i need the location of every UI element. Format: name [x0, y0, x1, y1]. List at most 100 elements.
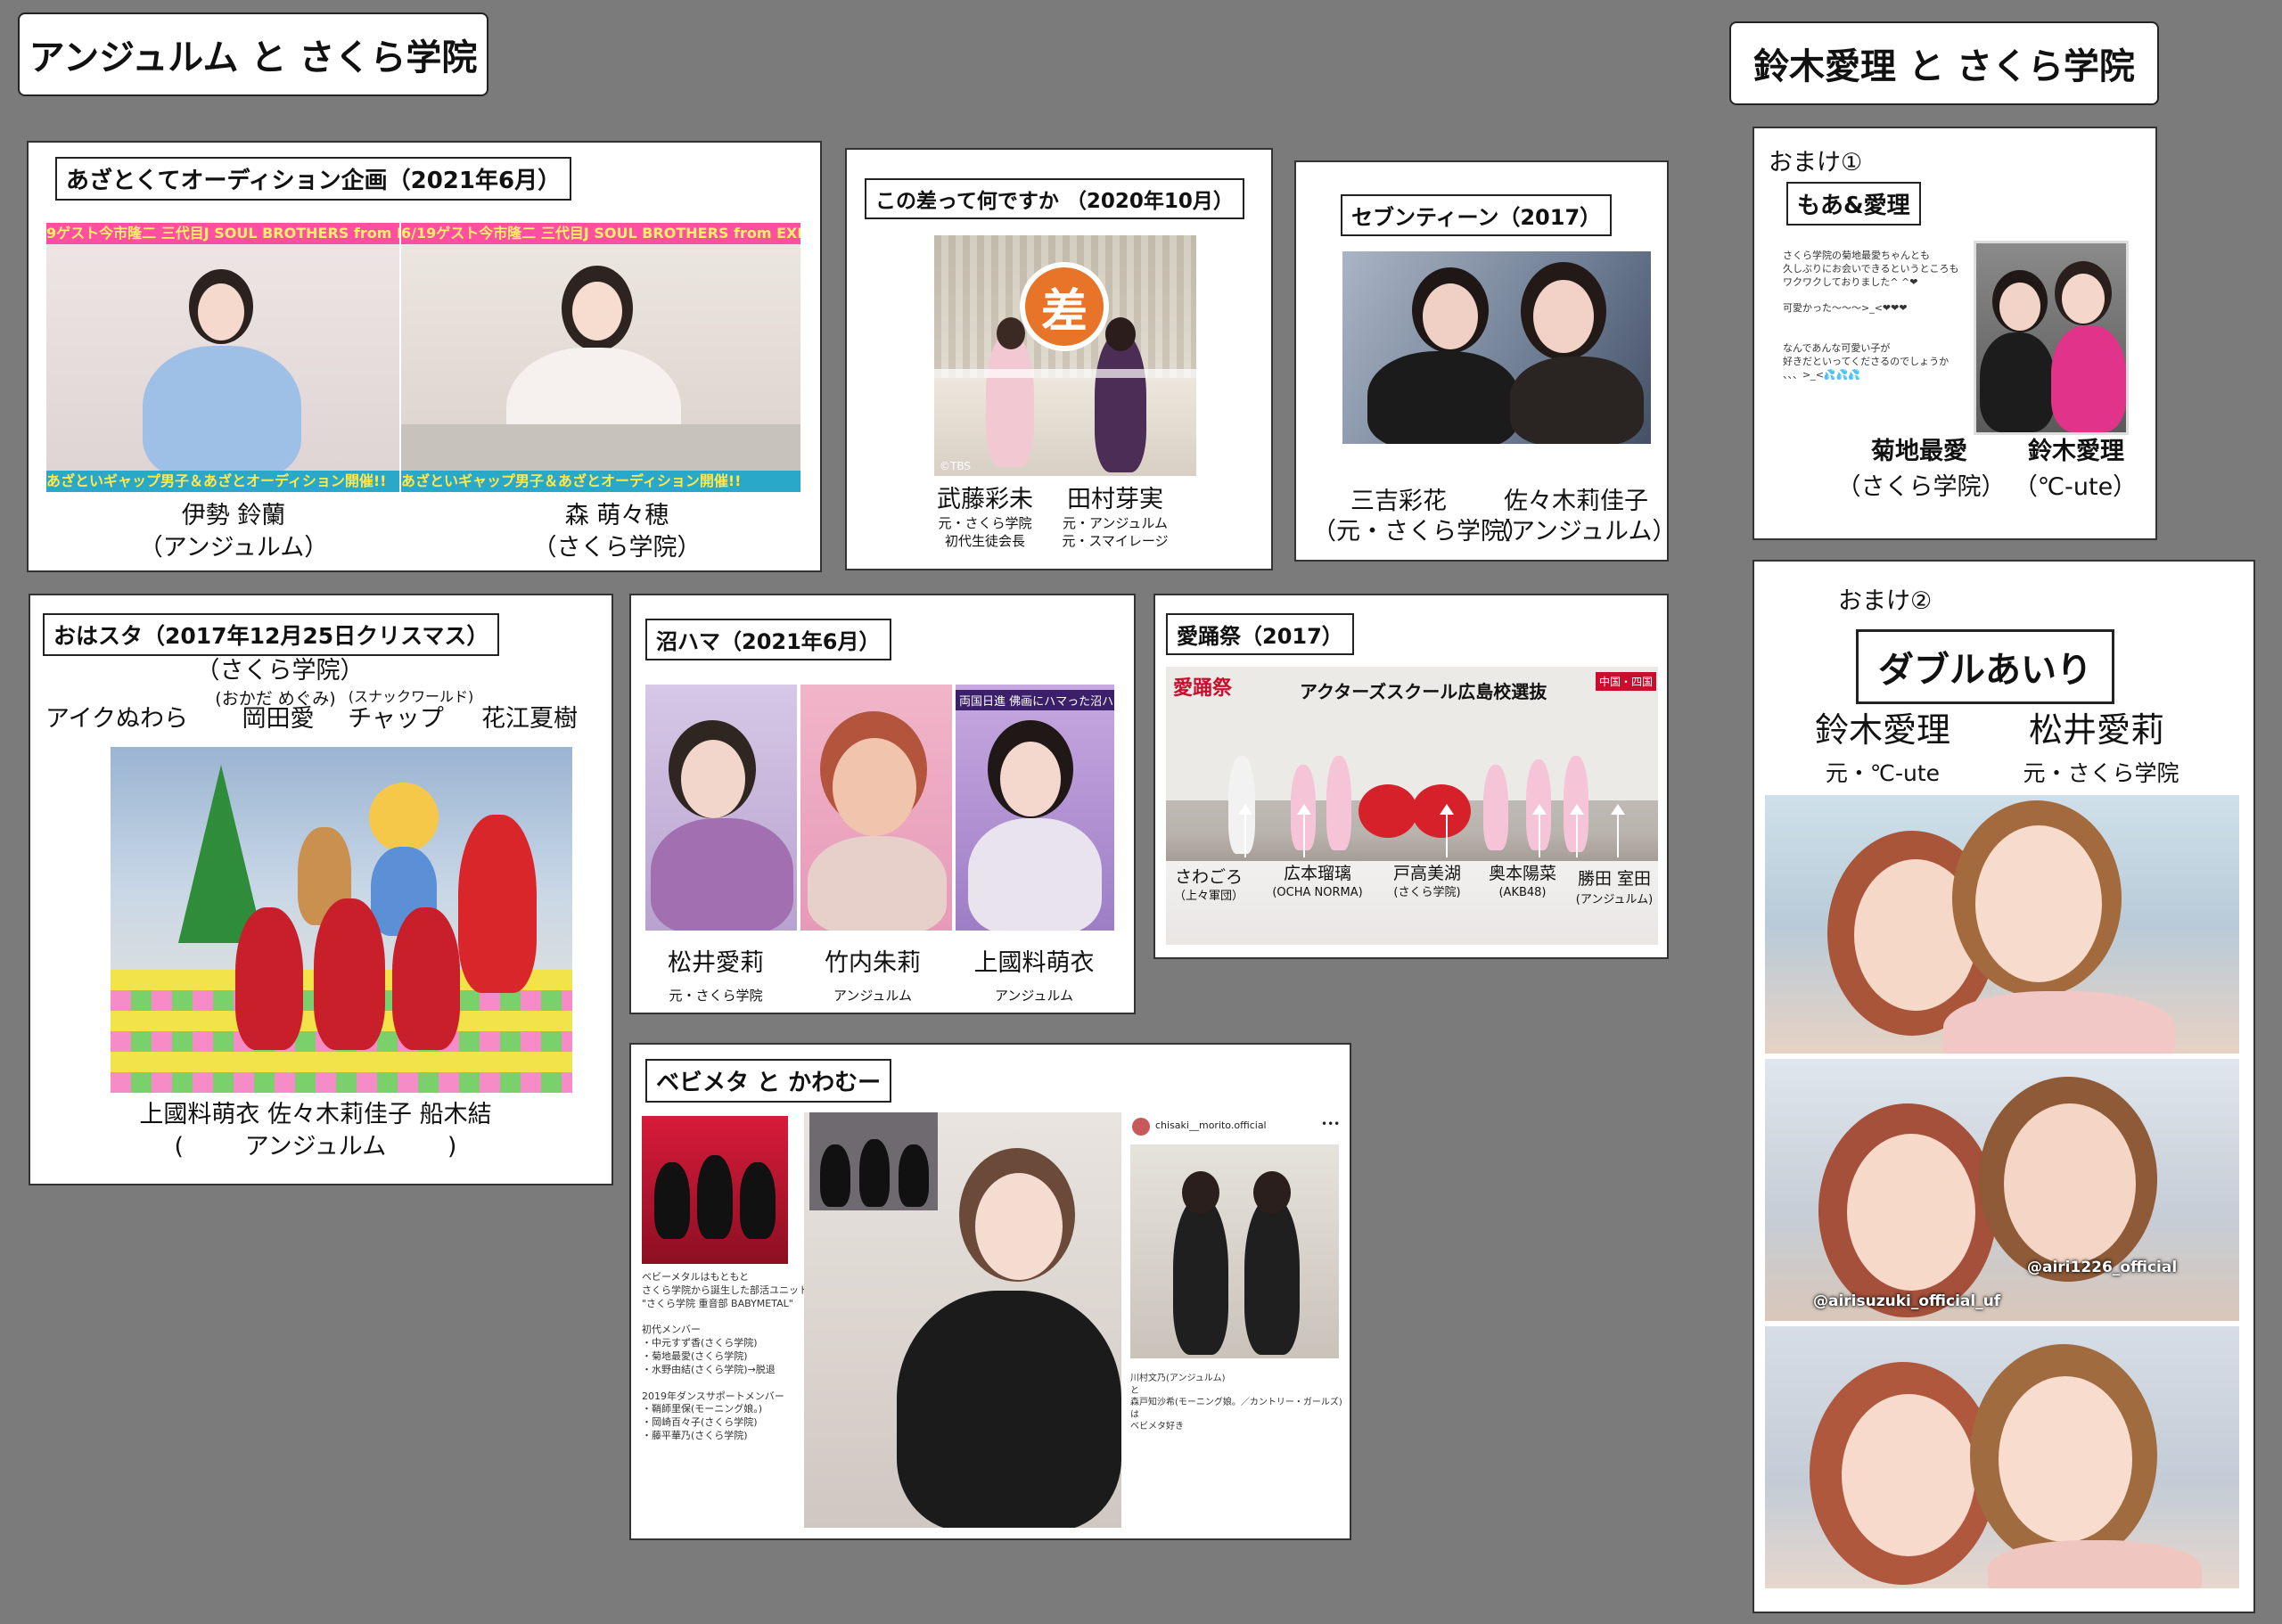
bottom-names: 上國料萌衣 佐々木莉佳子 船木結 [139, 1101, 492, 1128]
person1-name: 武藤彩未 [937, 486, 1033, 513]
person-right-body [1510, 357, 1644, 444]
person-left-face [1847, 1134, 1975, 1291]
aiyousai-photo: 愛踊祭 アクターズスクール広島校選抜 中国・四国 さわごろ （上々軍団） 広本瑠… [1166, 667, 1658, 945]
santa-character [458, 815, 537, 993]
omake1-label: おまけ① [1769, 149, 1863, 176]
person-body [651, 818, 793, 931]
top-name-3: チャップ [348, 705, 444, 733]
person1-sub: 元・さくら学院 [669, 988, 763, 1004]
person-right-dress [1943, 991, 2175, 1054]
dancer [1326, 756, 1351, 850]
panel-title: あざとくてオーディション企画（2021年6月） [55, 157, 572, 201]
omake2-subtitle: ダブルあいり [1856, 629, 2114, 704]
person-body [808, 836, 947, 931]
yellow-character [369, 783, 439, 852]
member-label-name: 奥本陽菜 [1488, 864, 1556, 883]
member-2 [697, 1155, 733, 1239]
panel-title: 愛踊祭（2017） [1166, 613, 1354, 655]
right-header-title: 鈴木愛理 と さくら学院 [1729, 21, 2159, 105]
blog-post-text: さくら学院の菊地最愛ちゃんとも 久しぶりにお会いできるというところも ワクワクし… [1783, 250, 1959, 381]
person2-sub2: 元・スマイレージ [1062, 533, 1169, 549]
top-name-4: 花江夏樹 [481, 705, 578, 733]
person-face [681, 740, 745, 818]
podium [934, 369, 1196, 378]
member-label-sub: (OCHA NORMA) [1272, 886, 1363, 899]
omake2-label: おまけ② [1838, 587, 1933, 615]
heart-left [1359, 784, 1417, 838]
panel-omake1: おまけ① もあ&愛理 さくら学院の菊地最愛ちゃんとも 久しぶりにお会いできるとい… [1753, 127, 2157, 540]
left-header-title: アンジュルム と さくら学院 [18, 12, 488, 96]
person-right-head [1253, 1171, 1291, 1214]
region-badge: 中国・四国 [1596, 672, 1657, 691]
instagram-caption: 川村文乃(アンジュルム) と 森戸知沙希(モーニング娘。／カントリー・ガールズ)… [1130, 1374, 1342, 1431]
azato-photo-right: 6/19ゲスト今市隆二 三代目J SOUL BROTHERS from EXI … [401, 223, 800, 492]
numahama-photo-1 [645, 685, 797, 931]
person-right-head [1105, 317, 1136, 351]
panel-title: おはスタ（2017年12月25日クリスマス） [43, 613, 500, 656]
person-face [833, 738, 916, 836]
person-right [1244, 1198, 1300, 1355]
banner-bottom: あざといギャップ男子＆あざとオーディション開催!! [46, 471, 399, 492]
konosa-photo: 差 ©TBS [934, 235, 1196, 476]
person2-group: （℃-ute） [2013, 473, 2138, 501]
numahama-photo-2 [800, 685, 952, 931]
desk [401, 424, 800, 471]
person1-sub1: 元・さくら学院 [938, 515, 1032, 531]
label-arrow [1611, 804, 1625, 857]
member-label-sub: (さくら学院) [1393, 886, 1461, 899]
person-left-face [1842, 1394, 1975, 1556]
person2-name: 森 萌々穂 [564, 502, 669, 529]
person1-group: （アンジュルム） [138, 534, 329, 562]
person-face [572, 282, 622, 340]
omake1-subtitle: もあ&愛理 [1786, 182, 1921, 226]
person2-name: 佐々木莉佳子 [1504, 488, 1648, 515]
banner-top: 9ゲスト今市隆二 三代目J SOUL BROTHERS from EXI [46, 223, 399, 244]
selfie-photo [804, 1112, 1121, 1528]
numahama-photo-3: 両国日進 佛画にハマった沼ハマ子 [956, 685, 1114, 931]
event-logo: 愛踊祭 [1173, 677, 1233, 700]
person-right-body [2051, 325, 2126, 432]
person-left-head [1182, 1171, 1219, 1214]
babymetal-cd-cover [642, 1116, 788, 1264]
more-options-icon[interactable]: ••• [1321, 1118, 1340, 1130]
person2-name: 松井愛莉 [2028, 710, 2164, 750]
label-arrow [1532, 804, 1547, 857]
member-label-sub: (アンジュルム) [1575, 893, 1654, 906]
seventeen-photo [1342, 251, 1651, 444]
person-right-face [2004, 1103, 2136, 1264]
member-2 [314, 898, 385, 1050]
label-arrow [1238, 804, 1252, 857]
inset-member [820, 1144, 850, 1207]
person3-name: 上國料萌衣 [973, 949, 1095, 977]
top-name-2: 岡田愛 [242, 705, 315, 733]
panel-title: セブンティーン（2017） [1341, 194, 1613, 236]
member-1 [654, 1162, 690, 1239]
person2-sub: アンジュルム [833, 988, 913, 1004]
double-airi-photo-1 [1765, 795, 2239, 1054]
person2-group: （アンジュルム） [1487, 518, 1677, 545]
tbs-mark: ©TBS [940, 460, 971, 472]
person1-name: 伊勢 鈴蘭 [181, 502, 286, 529]
person2-name: 竹内朱莉 [825, 949, 921, 977]
person-right-face [1999, 1376, 2132, 1542]
panel-numahama: 沼ハマ（2021年6月） 両国日進 佛画にハマった沼ハマ子 松井愛莉 元・さくら… [629, 594, 1136, 1014]
person-left-face [1999, 283, 2040, 331]
inset-photo [809, 1112, 938, 1210]
label-arrow [1570, 804, 1584, 857]
person1-group: （元・さくら学院） [1312, 518, 1529, 545]
panel-babymetal: ベビメタ と かわむー ベビーメタルはもともと さくら学院から誕生した部活ユニッ… [629, 1043, 1351, 1540]
azato-photo-left: 9ゲスト今市隆二 三代目J SOUL BROTHERS from EXI あざと… [46, 223, 399, 492]
event-caption: アクターズスクール広島校選抜 [1300, 681, 1547, 702]
banner-top: 6/19ゲスト今市隆二 三代目J SOUL BROTHERS from EXI [401, 223, 800, 244]
person3-sub: アンジュルム [994, 988, 1074, 1004]
person-left-body [1980, 332, 2055, 432]
top-name-1: アイクぬわら [45, 705, 189, 733]
person-face [198, 283, 244, 340]
person-face [1000, 742, 1061, 816]
babymetal-description: ベビーメタルはもともと さくら学院から誕生した部活ユニット "さくら学院 重音部… [642, 1271, 809, 1442]
person1-sub2: 初代生徒会長 [944, 533, 1025, 549]
panel-aiyousai: 愛踊祭（2017） 愛踊祭 アクターズスクール広島校選抜 中国・四国 さわごろ … [1153, 594, 1669, 959]
member-3 [740, 1162, 776, 1239]
member-label-name: 戸高美湖 [1392, 864, 1461, 883]
member-label-name: さわごろ [1174, 867, 1243, 887]
